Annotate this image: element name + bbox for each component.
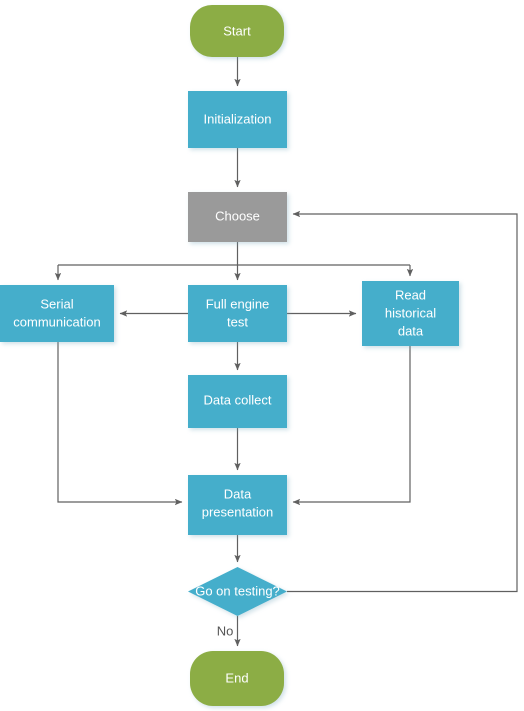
node-full-engine-test[interactable]: Full engine test bbox=[188, 285, 287, 342]
node-choose[interactable]: Choose bbox=[188, 192, 287, 242]
node-read-historical-data[interactable]: Read historical data bbox=[362, 281, 459, 346]
node-end[interactable]: End bbox=[190, 651, 284, 706]
node-serial-communication[interactable]: Serial communication bbox=[0, 285, 114, 342]
flowchart-canvas: Start Initialization Choose Serial commu… bbox=[0, 0, 524, 711]
node-initialization[interactable]: Initialization bbox=[188, 91, 287, 148]
connector-layer bbox=[54, 57, 518, 647]
edge-serial-to-data-presentation bbox=[57, 342, 183, 506]
flowchart-svg: Start Initialization Choose Serial commu… bbox=[0, 5, 518, 706]
node-data-collect[interactable]: Data collect bbox=[188, 375, 287, 428]
node-start[interactable]: Start bbox=[190, 5, 284, 57]
edge-label-no: No bbox=[217, 623, 234, 638]
edge-decision-to-choose-loop bbox=[287, 210, 518, 593]
node-go-on-testing-decision[interactable]: Go on testing? bbox=[188, 567, 287, 616]
edge-read-historical-to-data-presentation bbox=[292, 346, 411, 506]
node-data-presentation[interactable]: Data presentation bbox=[188, 475, 287, 535]
